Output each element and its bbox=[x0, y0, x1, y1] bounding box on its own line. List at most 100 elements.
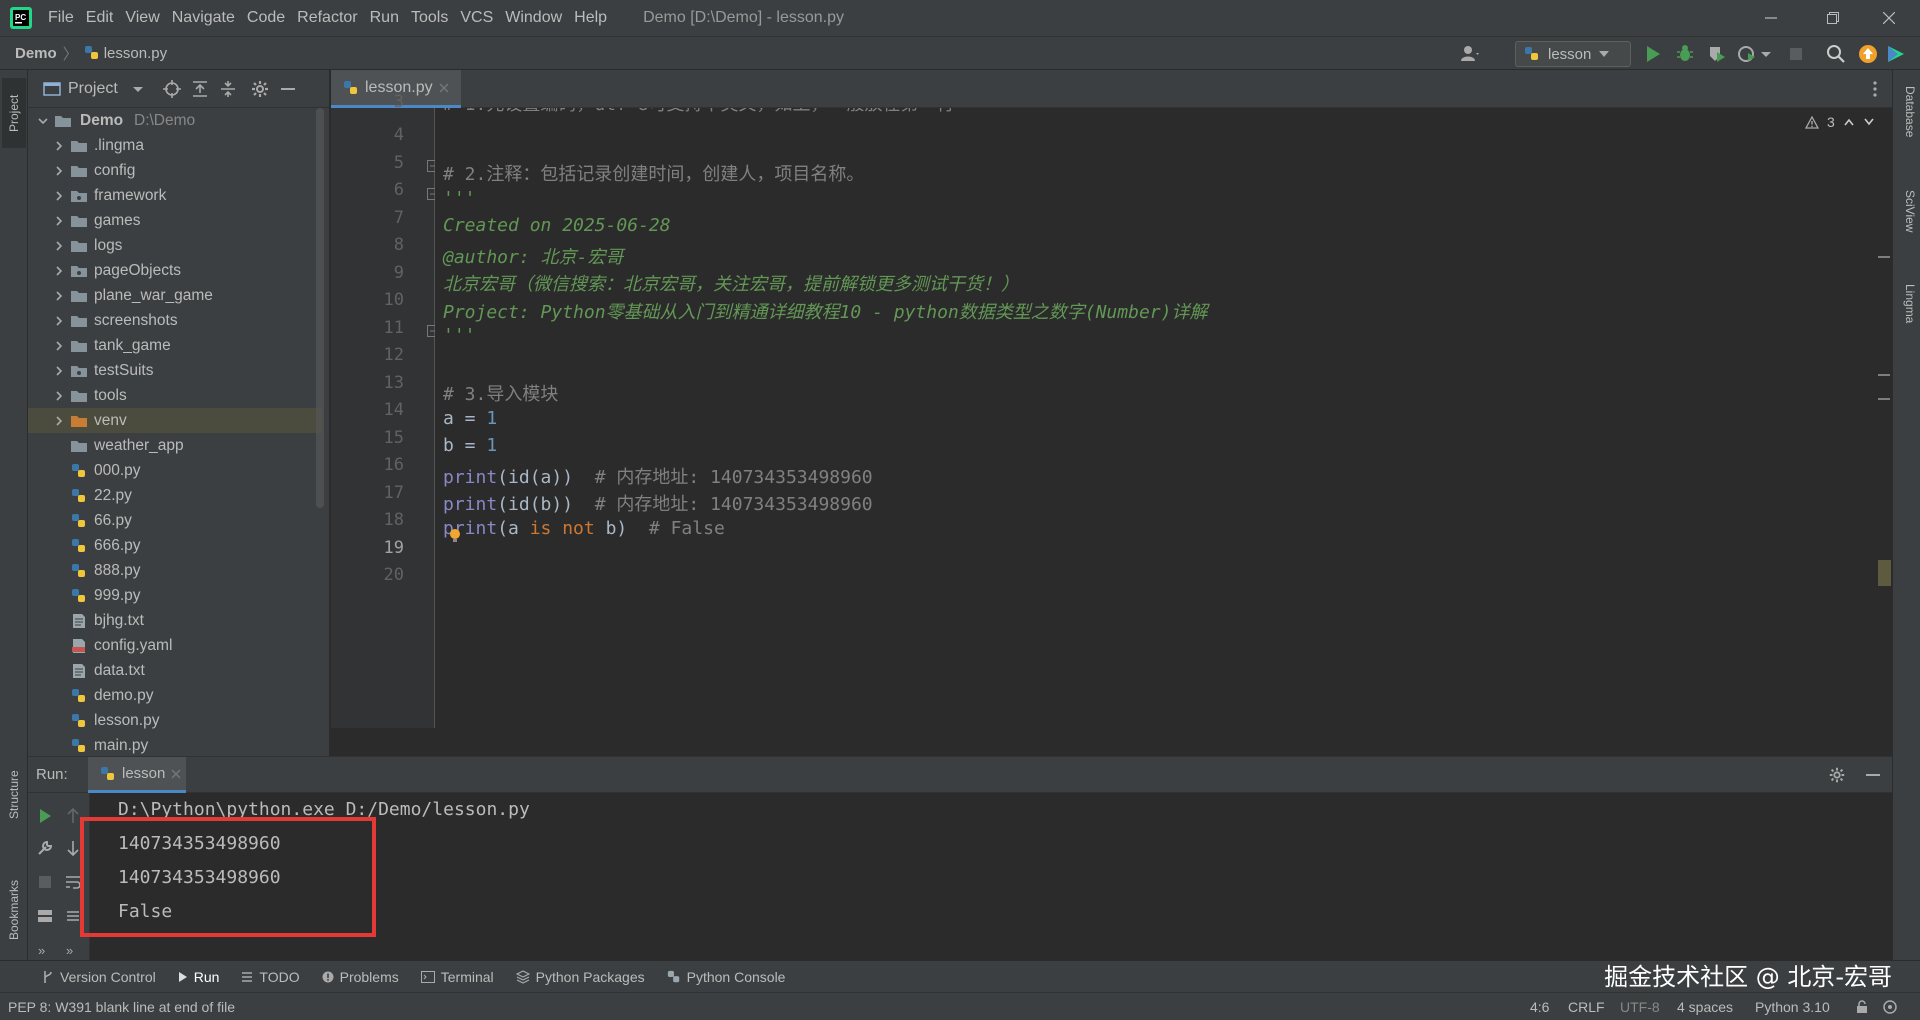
tree-folder[interactable]: screenshots bbox=[28, 308, 322, 333]
gear-icon[interactable] bbox=[1828, 766, 1846, 784]
run-tab-lesson[interactable]: lesson bbox=[88, 757, 186, 793]
more-tabs-icon[interactable] bbox=[1872, 80, 1878, 98]
menu-view[interactable]: View bbox=[119, 0, 165, 36]
chevron-right-icon[interactable] bbox=[52, 239, 66, 253]
more-actions-icon[interactable]: » bbox=[66, 943, 73, 958]
chevron-right-icon[interactable] bbox=[52, 189, 66, 203]
tree-file[interactable]: main.py bbox=[28, 733, 322, 756]
stop-icon[interactable] bbox=[1786, 44, 1806, 64]
wrench-icon[interactable] bbox=[36, 839, 54, 857]
caret-position[interactable]: 4:6 bbox=[1530, 999, 1549, 1015]
menu-window[interactable]: Window bbox=[499, 0, 568, 36]
line-separator[interactable]: CRLF bbox=[1568, 999, 1605, 1015]
restore-button[interactable] bbox=[1810, 0, 1856, 36]
chevron-up-icon[interactable] bbox=[1843, 117, 1855, 127]
tree-file[interactable]: lesson.py bbox=[28, 708, 322, 733]
version-control-tool-button[interactable]: Version Control bbox=[42, 969, 156, 985]
run-icon[interactable] bbox=[1643, 44, 1663, 64]
menu-help[interactable]: Help bbox=[568, 0, 613, 36]
chevron-right-icon[interactable] bbox=[52, 139, 66, 153]
chevron-right-icon[interactable] bbox=[52, 414, 66, 428]
user-icon[interactable] bbox=[1460, 44, 1480, 64]
indent-setting[interactable]: 4 spaces bbox=[1677, 999, 1733, 1015]
status-message[interactable]: PEP 8: W391 blank line at end of file bbox=[8, 999, 235, 1015]
intention-bulb-icon[interactable] bbox=[449, 528, 461, 544]
tree-folder[interactable]: pageObjects bbox=[28, 258, 322, 283]
profile-icon[interactable] bbox=[1737, 44, 1757, 64]
menu-edit[interactable]: Edit bbox=[80, 0, 120, 36]
code-editor[interactable]: # 1.先设置编码，utf-8可支持中英文，如上，一般放在第一行 # 2.注释：… bbox=[435, 108, 1885, 728]
rerun-icon[interactable] bbox=[36, 807, 54, 825]
locate-file-icon[interactable] bbox=[162, 79, 182, 99]
menu-vcs[interactable]: VCS bbox=[454, 0, 499, 36]
database-tool-tab[interactable]: Database bbox=[1897, 86, 1917, 176]
gear-icon[interactable] bbox=[250, 79, 270, 99]
tree-folder[interactable]: venv bbox=[28, 408, 322, 433]
menu-run[interactable]: Run bbox=[364, 0, 405, 36]
close-window-button[interactable] bbox=[1866, 0, 1912, 36]
todo-tool-button[interactable]: TODO bbox=[241, 969, 300, 985]
tree-file[interactable]: bjhg.txt bbox=[28, 608, 322, 633]
run-with-coverage-icon[interactable] bbox=[1707, 44, 1727, 64]
tree-folder[interactable]: logs bbox=[28, 233, 322, 258]
run-configuration-select[interactable]: lesson bbox=[1515, 41, 1631, 67]
lock-icon[interactable] bbox=[1856, 1000, 1868, 1014]
bookmarks-tool-tab[interactable]: Bookmarks bbox=[2, 860, 26, 960]
console-output[interactable]: D:\Python\python.exe D:/Demo/lesson.py 1… bbox=[118, 793, 1878, 961]
chevron-right-icon[interactable] bbox=[52, 164, 66, 178]
tree-folder[interactable]: .lingma bbox=[28, 133, 322, 158]
chevron-down-icon[interactable] bbox=[1863, 117, 1875, 127]
tree-file[interactable]: 000.py bbox=[28, 458, 322, 483]
more-actions-icon[interactable]: » bbox=[38, 943, 45, 958]
menu-refactor[interactable]: Refactor bbox=[291, 0, 363, 36]
tree-file[interactable]: 66.py bbox=[28, 508, 322, 533]
chevron-down-icon[interactable] bbox=[36, 114, 50, 128]
tree-file[interactable]: 888.py bbox=[28, 558, 322, 583]
lingma-tool-tab[interactable]: Lingma bbox=[1897, 284, 1917, 364]
tree-file[interactable]: config.yaml bbox=[28, 633, 322, 658]
tree-file[interactable]: data.txt bbox=[28, 658, 322, 683]
chevron-right-icon[interactable] bbox=[52, 389, 66, 403]
file-encoding[interactable]: UTF-8 bbox=[1620, 999, 1660, 1015]
collapse-all-icon[interactable] bbox=[218, 79, 238, 99]
problems-tool-button[interactable]: Problems bbox=[322, 969, 399, 985]
tree-file[interactable]: 22.py bbox=[28, 483, 322, 508]
tree-folder[interactable]: testSuits bbox=[28, 358, 322, 383]
chevron-down-icon[interactable] bbox=[1760, 44, 1772, 64]
tree-folder[interactable]: tank_game bbox=[28, 333, 322, 358]
close-tab-icon[interactable] bbox=[439, 83, 449, 93]
project-tool-tab[interactable]: Project bbox=[2, 78, 26, 148]
expand-all-icon[interactable] bbox=[190, 79, 210, 99]
jetbrains-toolbox-icon[interactable] bbox=[1886, 44, 1906, 64]
project-view-selector[interactable]: Project bbox=[68, 80, 118, 98]
tree-file[interactable]: demo.py bbox=[28, 683, 322, 708]
python-interpreter[interactable]: Python 3.10 bbox=[1755, 999, 1830, 1015]
breadcrumb-file[interactable]: lesson.py bbox=[104, 45, 167, 62]
chevron-right-icon[interactable] bbox=[52, 314, 66, 328]
breadcrumb-project[interactable]: Demo bbox=[15, 45, 57, 62]
inspection-settings-icon[interactable] bbox=[1882, 999, 1898, 1015]
hide-panel-icon[interactable] bbox=[278, 79, 298, 99]
chevron-right-icon[interactable] bbox=[52, 364, 66, 378]
python-console-tool-button[interactable]: Python Console bbox=[667, 969, 785, 985]
minimize-button[interactable] bbox=[1748, 0, 1794, 36]
tree-folder[interactable]: weather_app bbox=[28, 433, 322, 458]
menu-tools[interactable]: Tools bbox=[405, 0, 454, 36]
close-tab-icon[interactable] bbox=[171, 769, 181, 779]
chevron-right-icon[interactable] bbox=[52, 289, 66, 303]
chevron-right-icon[interactable] bbox=[52, 264, 66, 278]
tree-file[interactable]: 999.py bbox=[28, 583, 322, 608]
tree-root[interactable]: Demo D:\Demo bbox=[28, 108, 322, 133]
chevron-right-icon[interactable] bbox=[52, 214, 66, 228]
terminal-tool-button[interactable]: Terminal bbox=[420, 969, 494, 985]
tree-folder[interactable]: config bbox=[28, 158, 322, 183]
layout-icon[interactable] bbox=[36, 907, 54, 925]
tree-folder[interactable]: plane_war_game bbox=[28, 283, 322, 308]
update-icon[interactable] bbox=[1858, 44, 1878, 64]
hide-panel-icon[interactable] bbox=[1864, 766, 1882, 784]
run-tool-button[interactable]: Run bbox=[178, 969, 219, 985]
project-scrollbar[interactable] bbox=[316, 108, 324, 508]
tree-folder[interactable]: games bbox=[28, 208, 322, 233]
search-icon[interactable] bbox=[1826, 44, 1846, 64]
sciview-tool-tab[interactable]: SciView bbox=[1897, 190, 1917, 270]
